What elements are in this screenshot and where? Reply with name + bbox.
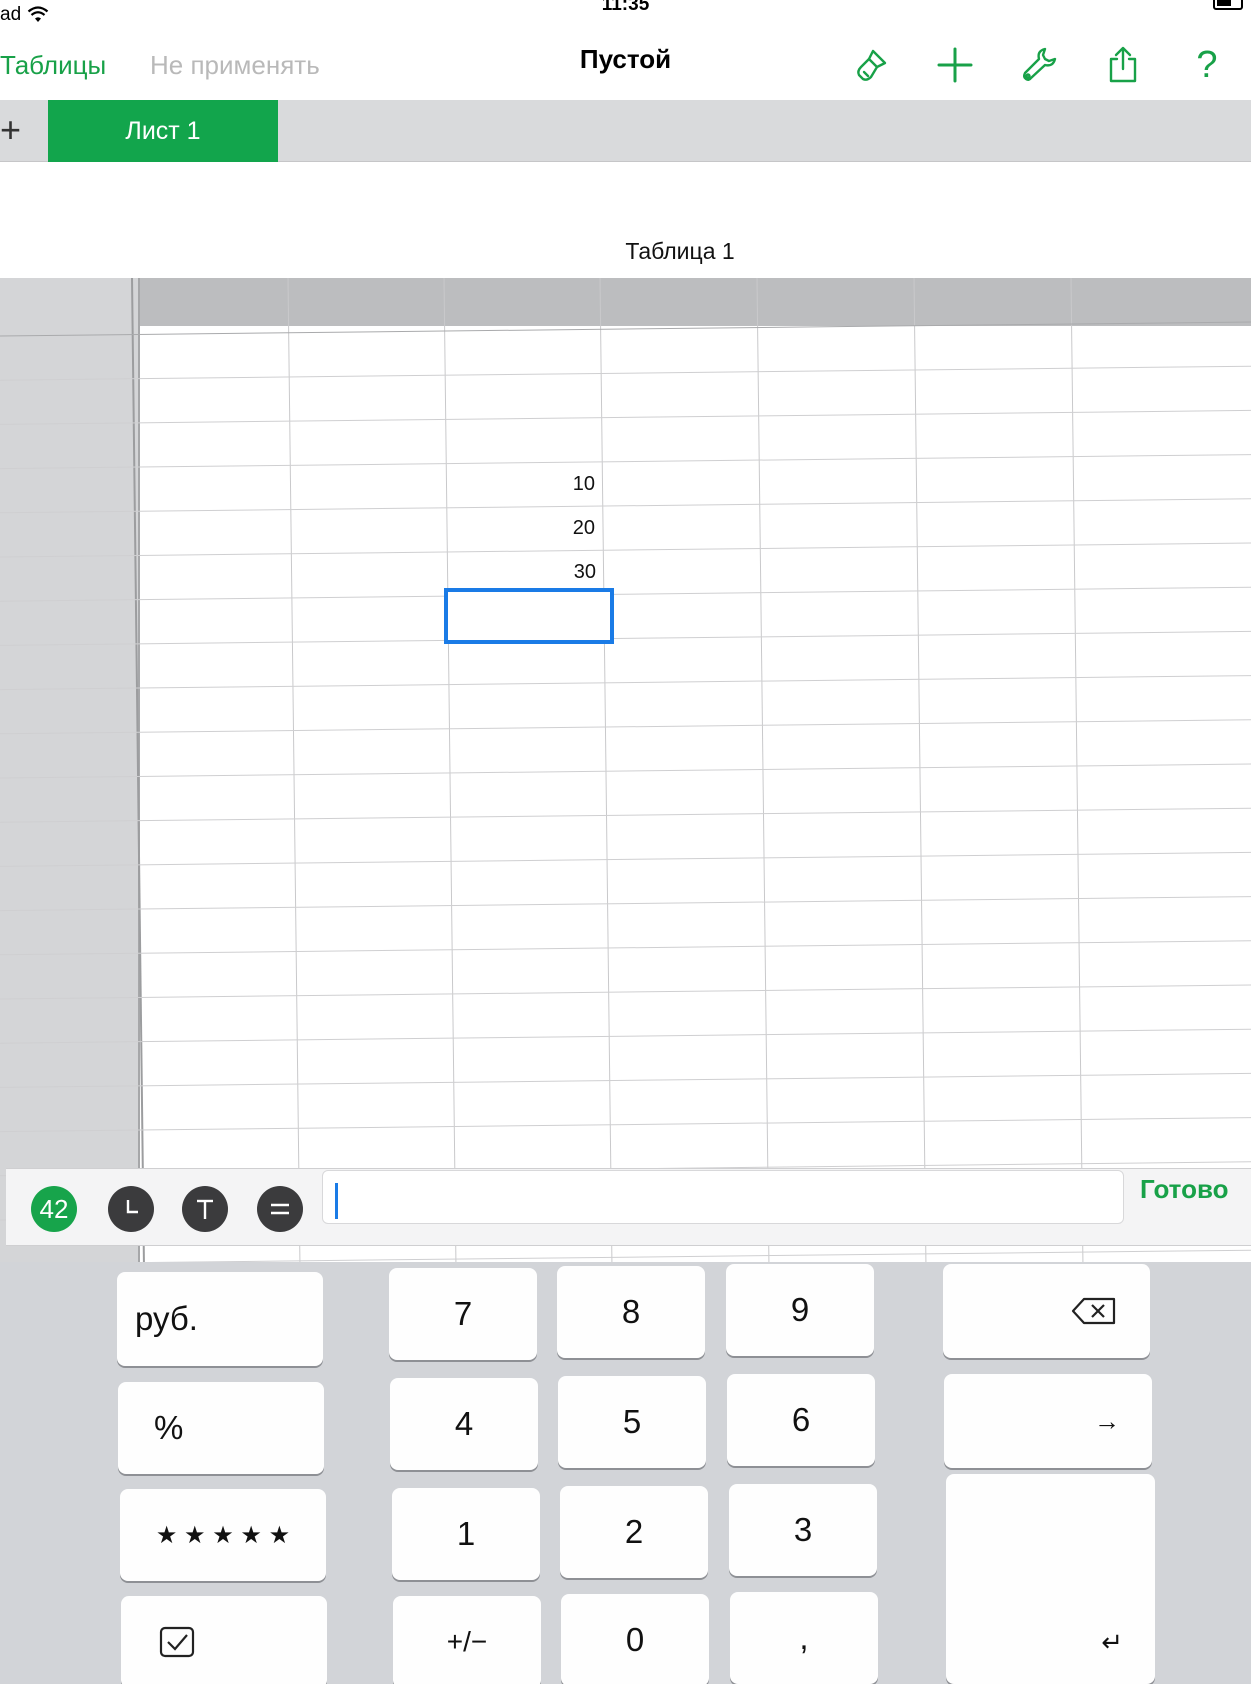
plus-minus-key[interactable]: +/− [393, 1596, 541, 1684]
column-separator [287, 278, 301, 1268]
row-separator [0, 1117, 1251, 1133]
backspace-icon [1071, 1297, 1116, 1325]
digit-5-key[interactable]: 5 [558, 1376, 706, 1468]
row-separator [0, 675, 1251, 691]
digit-8-key[interactable]: 8 [557, 1266, 705, 1358]
paintbrush-icon[interactable] [849, 43, 893, 87]
digit-3-key[interactable]: 3 [729, 1484, 877, 1576]
comma-key[interactable]: , [730, 1592, 878, 1684]
battery-icon [1213, 0, 1243, 10]
digit-1-key[interactable]: 1 [392, 1488, 540, 1580]
cell-input-field[interactable] [322, 1170, 1124, 1224]
help-icon[interactable]: ? [1185, 43, 1229, 87]
row-separator [0, 321, 1251, 337]
digit-2-key[interactable]: 2 [560, 1486, 708, 1578]
column-separator [131, 278, 145, 1268]
backspace-key[interactable] [943, 1264, 1150, 1358]
row-separator [0, 630, 1251, 646]
wrench-icon[interactable] [1017, 43, 1061, 87]
cell-value-3[interactable]: 30 [446, 561, 596, 584]
nav-toolbar: ? [849, 30, 1229, 100]
digit-6-key[interactable]: 6 [727, 1374, 875, 1466]
row-separator [0, 940, 1251, 956]
checkbox-icon [159, 1626, 195, 1658]
equals-icon [271, 1203, 289, 1215]
number-mode-button[interactable]: 42 [31, 1186, 77, 1232]
row-separator [0, 454, 1251, 470]
cell-value-1[interactable]: 10 [445, 473, 595, 496]
row-separator [0, 763, 1251, 779]
column-separator [913, 278, 927, 1268]
row-separator [0, 542, 1251, 558]
spreadsheet-grid[interactable] [0, 278, 1251, 1268]
text-mode-button[interactable] [182, 1186, 228, 1232]
done-button[interactable]: Готово [1140, 1174, 1228, 1205]
rating-key[interactable]: ★ ★ ★ ★ ★ [120, 1489, 326, 1581]
formula-mode-button[interactable] [257, 1186, 303, 1232]
nav-bar: Таблицы Не применять Пустой ? [0, 30, 1251, 100]
row-separator [0, 719, 1251, 735]
row-separator [0, 409, 1251, 425]
text-icon [197, 1199, 213, 1219]
table-title[interactable]: Таблица 1 [560, 238, 800, 265]
status-bar: ad 11:35 [0, 0, 1251, 30]
plus-icon[interactable] [933, 43, 977, 87]
digit-7-key[interactable]: 7 [389, 1268, 537, 1360]
percent-key[interactable]: % [118, 1382, 324, 1474]
clock-icon [126, 1200, 138, 1214]
cell-value-2[interactable]: 20 [445, 517, 595, 540]
row-separator [0, 1072, 1251, 1088]
row-separator [0, 365, 1251, 381]
column-separator [756, 278, 770, 1268]
digit-9-key[interactable]: 9 [726, 1264, 874, 1356]
enter-key[interactable]: ↵ [946, 1474, 1155, 1684]
add-sheet-button[interactable]: + [0, 112, 24, 148]
sheet-tab-strip: + Лист 1 [0, 100, 1251, 162]
row-separator [0, 896, 1251, 912]
column-separator [599, 278, 613, 1268]
status-time: 11:35 [601, 0, 650, 15]
row-separator [0, 851, 1251, 867]
row-separator [0, 586, 1251, 602]
selected-cell[interactable] [444, 588, 614, 644]
row-separator [0, 984, 1251, 1000]
text-caret [335, 1183, 338, 1219]
grid-lines [0, 278, 1251, 1268]
row-separator [0, 498, 1251, 514]
row-separator [0, 1028, 1251, 1044]
digit-4-key[interactable]: 4 [390, 1378, 538, 1470]
digit-0-key[interactable]: 0 [561, 1594, 709, 1684]
next-cell-key[interactable]: → [944, 1374, 1152, 1468]
currency-key[interactable]: руб. [117, 1272, 323, 1366]
datetime-mode-button[interactable] [108, 1186, 154, 1232]
tab-sheet-1[interactable]: Лист 1 [48, 100, 278, 162]
row-separator [0, 807, 1251, 823]
share-icon[interactable] [1101, 43, 1145, 87]
numeric-keypad: руб. % ★ ★ ★ ★ ★ 7 8 9 4 5 6 1 2 3 +/− 0… [0, 1262, 1251, 1684]
status-right [1213, 0, 1243, 12]
checkbox-key[interactable] [121, 1596, 327, 1684]
